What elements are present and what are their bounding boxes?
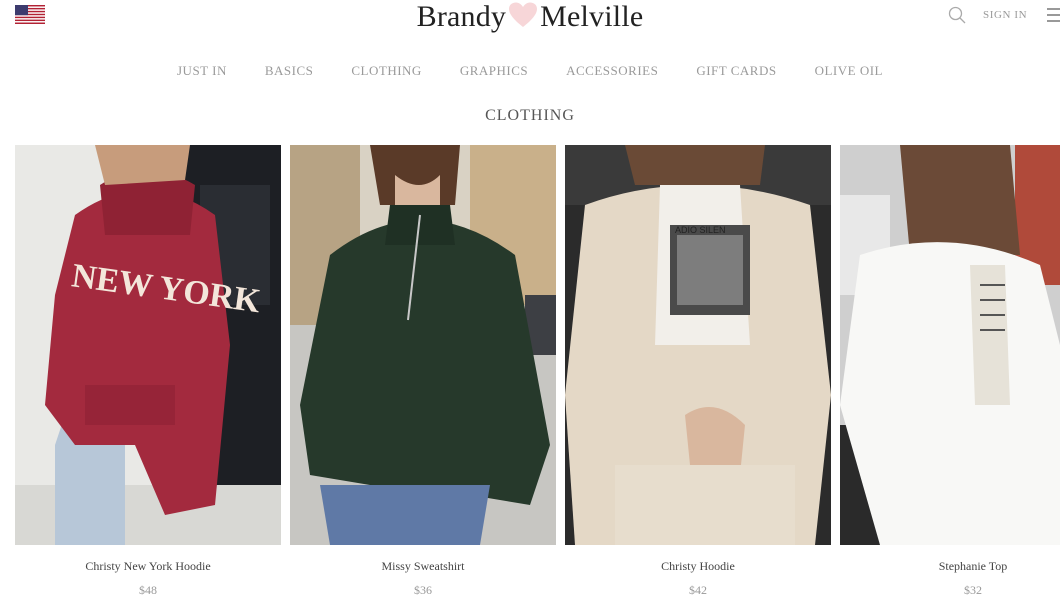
product-price: $42	[689, 583, 707, 596]
nav-item-basics[interactable]: BASICS	[265, 63, 314, 79]
page-title: CLOTHING	[485, 107, 575, 124]
brand-logo[interactable]: Brandy Melville	[0, 0, 1060, 34]
heart-icon	[508, 2, 538, 28]
product-price: $48	[139, 583, 157, 596]
brand-right-text: Melville	[540, 0, 644, 33]
product-image[interactable]: NEW YORK	[15, 145, 281, 545]
site-header: Brandy Melville SIGN IN	[0, 0, 1060, 40]
main-nav: JUST IN BASICS CLOTHING GRAPHICS ACCESSO…	[0, 63, 1060, 79]
nav-item-clothing[interactable]: CLOTHING	[351, 63, 421, 79]
product-card[interactable]: NEW YORK Christy New York Hoodie $48	[15, 145, 281, 596]
brand-left-text: Brandy	[416, 0, 507, 33]
nav-item-just-in[interactable]: JUST IN	[177, 63, 227, 79]
search-icon[interactable]	[948, 6, 966, 24]
hamburger-menu-icon[interactable]	[1047, 8, 1060, 22]
nav-item-accessories[interactable]: ACCESSORIES	[566, 63, 658, 79]
product-name[interactable]: Stephanie Top	[840, 559, 1060, 574]
svg-text:ADIO SILEN: ADIO SILEN	[675, 225, 726, 235]
product-image[interactable]: ADIO SILEN	[565, 145, 831, 545]
nav-item-olive-oil[interactable]: OLIVE OIL	[815, 63, 883, 79]
sign-in-link[interactable]: SIGN IN	[983, 9, 1027, 21]
product-price: $36	[414, 583, 432, 596]
product-image[interactable]	[290, 145, 556, 545]
product-price: $32	[964, 583, 982, 596]
nav-item-graphics[interactable]: GRAPHICS	[460, 63, 528, 79]
product-image[interactable]	[840, 145, 1060, 545]
nav-item-gift-cards[interactable]: GIFT CARDS	[696, 63, 776, 79]
product-grid: NEW YORK Christy New York Hoodie $48 Mis…	[15, 145, 1060, 596]
product-card[interactable]: ADIO SILEN Christy Hoodie $42	[565, 145, 831, 596]
product-name[interactable]: Missy Sweatshirt	[290, 559, 556, 574]
product-name[interactable]: Christy New York Hoodie	[15, 559, 281, 574]
product-card[interactable]: Missy Sweatshirt $36	[290, 145, 556, 596]
product-card[interactable]: Stephanie Top $32	[840, 145, 1060, 596]
product-name[interactable]: Christy Hoodie	[565, 559, 831, 574]
